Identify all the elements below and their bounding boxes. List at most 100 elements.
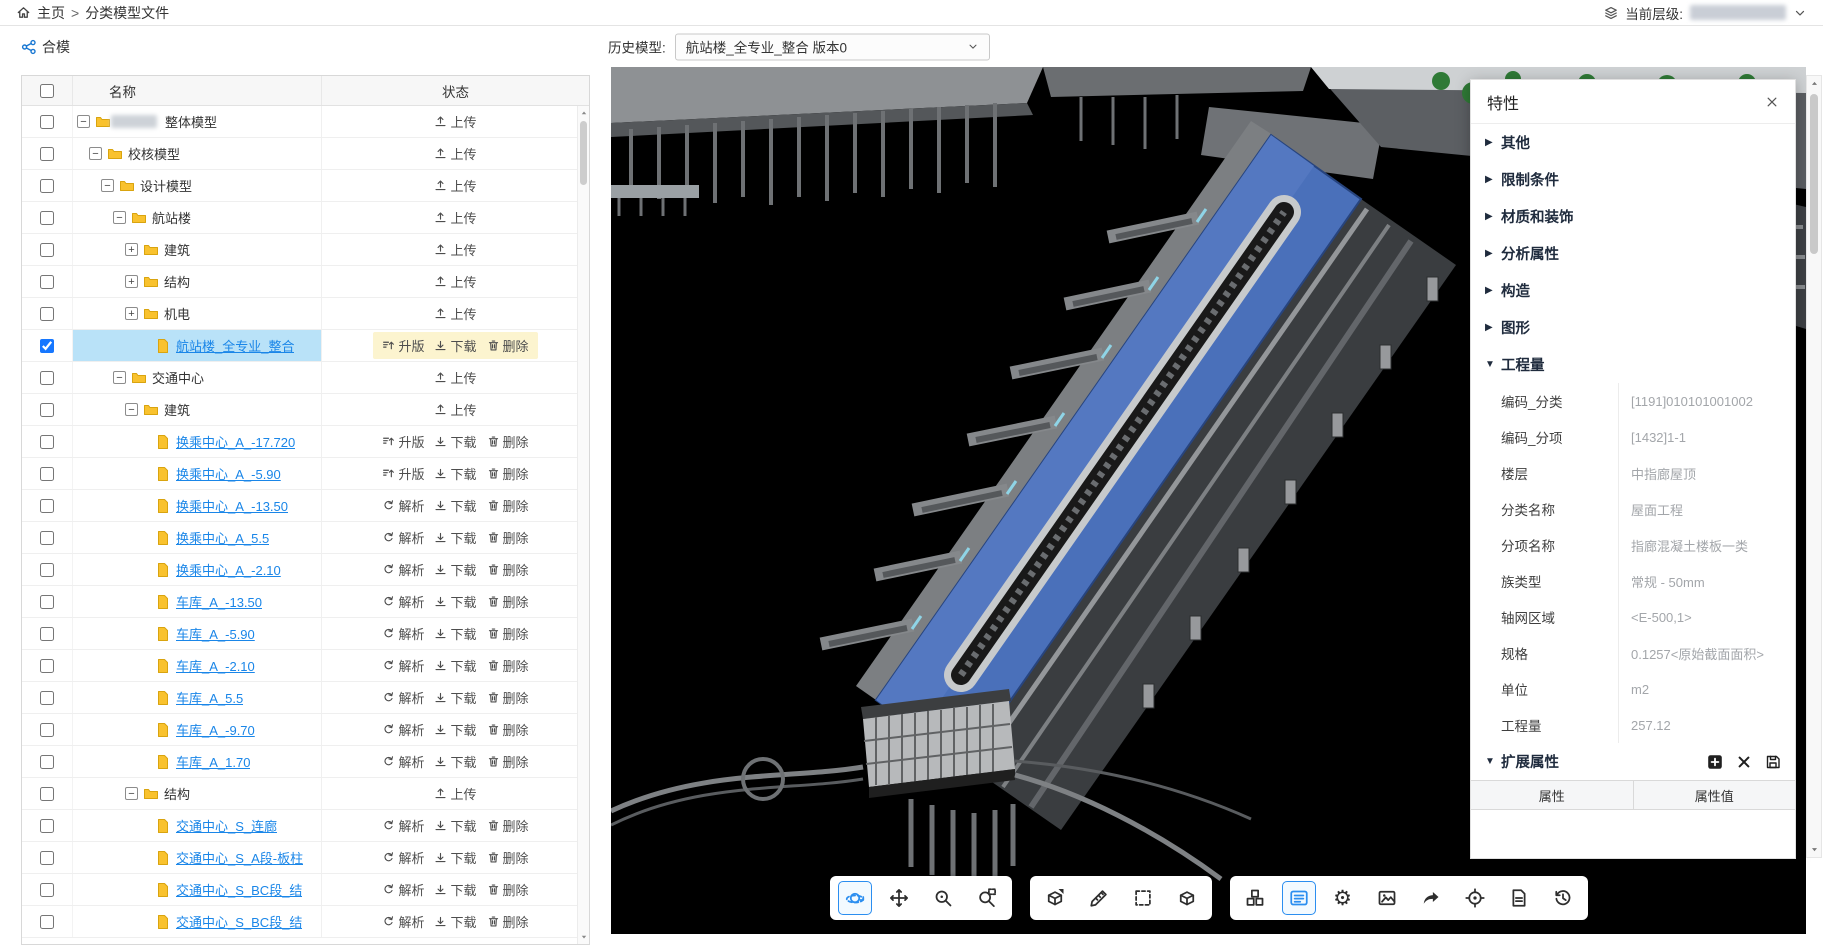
tree-item-label[interactable]: 建筑	[164, 240, 190, 259]
download-action-button[interactable]: 下载	[434, 688, 476, 707]
tree-item-label[interactable]: 交通中心	[152, 368, 204, 387]
history-button[interactable]	[1546, 881, 1580, 915]
tree-row[interactable]: −设计模型上传	[22, 170, 589, 202]
delete-action-button[interactable]: 删除	[487, 848, 529, 867]
tree-item-label[interactable]: 交通中心_S_BC段_结	[176, 912, 302, 931]
property-section-header[interactable]: ▶限制条件	[1471, 161, 1795, 198]
tree-row[interactable]: + 机电 上传	[22, 298, 589, 330]
row-checkbox[interactable]	[40, 211, 54, 225]
share-button[interactable]	[1414, 881, 1448, 915]
upgrade-action-button[interactable]: 升版	[382, 336, 424, 355]
download-action-button[interactable]: 下载	[434, 592, 476, 611]
tree-row[interactable]: 车库_A_1.70解析下载删除	[22, 746, 589, 778]
row-checkbox[interactable]	[40, 115, 54, 129]
measure-button[interactable]	[1082, 881, 1116, 915]
tree-row[interactable]: 换乘中心_A_-2.10解析下载删除	[22, 554, 589, 586]
select-all-checkbox[interactable]	[40, 84, 54, 98]
model-view-button[interactable]	[1170, 881, 1204, 915]
parse-action-button[interactable]: 解析	[382, 496, 424, 515]
tree-row[interactable]: 换乘中心_A_-13.50解析下载删除	[22, 490, 589, 522]
tree-row[interactable]: 换乘中心_A_-17.720升版下载删除	[22, 426, 589, 458]
tree-row[interactable]: +建筑上传	[22, 234, 589, 266]
scrollbar-thumb[interactable]	[1810, 94, 1818, 254]
scroll-up-icon[interactable]	[578, 109, 589, 117]
expand-icon[interactable]: +	[125, 275, 138, 288]
delete-action-button[interactable]: 删除	[487, 528, 529, 547]
row-checkbox[interactable]	[40, 595, 54, 609]
tree-item-label[interactable]: 换乘中心_A_5.5	[176, 528, 269, 547]
property-section-header[interactable]: ▼扩展属性	[1471, 743, 1795, 780]
expand-icon[interactable]: +	[125, 307, 138, 320]
tree-item-label[interactable]: 设计模型	[140, 176, 192, 195]
tree-row[interactable]: +结构上传	[22, 266, 589, 298]
download-action-button[interactable]: 下载	[434, 496, 476, 515]
tree-item-label[interactable]: 换乘中心_A_-5.90	[176, 464, 281, 483]
view-orientation-button[interactable]	[1038, 881, 1072, 915]
delete-action-button[interactable]: 删除	[487, 752, 529, 771]
collapse-icon[interactable]: −	[113, 211, 126, 224]
tree-row[interactable]: −交通中心上传	[22, 362, 589, 394]
delete-action-button[interactable]: 删除	[487, 464, 529, 483]
row-checkbox[interactable]	[40, 179, 54, 193]
upload-action-button[interactable]: 上传	[434, 784, 476, 803]
tree-item-label[interactable]: 交通中心_S_BC段_结	[176, 880, 302, 899]
scroll-down-icon[interactable]	[578, 933, 589, 941]
tree-item-label[interactable]: 航站楼_全专业_整合	[176, 336, 294, 355]
tree-row[interactable]: −校核模型上传	[22, 138, 589, 170]
tree-item-label[interactable]: 机电	[164, 304, 190, 323]
breadcrumb-home[interactable]: 主页	[37, 3, 65, 23]
row-checkbox[interactable]	[40, 851, 54, 865]
upload-action-button[interactable]: 上传	[434, 272, 476, 291]
upload-action-button[interactable]: 上传	[434, 304, 476, 323]
current-level-value-redacted[interactable]	[1690, 5, 1786, 20]
parse-action-button[interactable]: 解析	[382, 816, 424, 835]
save-attribute-button[interactable]	[1765, 754, 1781, 770]
tree-item-label[interactable]: 车库_A_5.5	[176, 688, 243, 707]
parse-action-button[interactable]: 解析	[382, 528, 424, 547]
tree-row[interactable]: 车库_A_-9.70解析下载删除	[22, 714, 589, 746]
scroll-down-icon[interactable]	[1807, 845, 1821, 854]
box-select-button[interactable]	[1126, 881, 1160, 915]
tree-row[interactable]: 车库_A_5.5 解析下载删除	[22, 682, 589, 714]
parse-action-button[interactable]: 解析	[382, 688, 424, 707]
tree-item-label[interactable]: 整体模型	[165, 112, 217, 131]
upgrade-action-button[interactable]: 升版	[382, 464, 424, 483]
property-section-header[interactable]: ▶分析属性	[1471, 235, 1795, 272]
clear-attribute-button[interactable]	[1736, 754, 1752, 770]
delete-action-button[interactable]: 删除	[487, 624, 529, 643]
delete-action-button[interactable]: 删除	[487, 688, 529, 707]
download-action-button[interactable]: 下载	[434, 624, 476, 643]
chevron-down-icon[interactable]	[1793, 6, 1807, 20]
download-action-button[interactable]: 下载	[434, 464, 476, 483]
collapse-icon[interactable]: −	[77, 115, 90, 128]
home-icon[interactable]	[16, 5, 31, 20]
download-action-button[interactable]: 下载	[434, 528, 476, 547]
page-scrollbar[interactable]	[1806, 75, 1822, 858]
delete-action-button[interactable]: 删除	[487, 656, 529, 675]
delete-action-button[interactable]: 删除	[487, 432, 529, 451]
tree-scrollbar[interactable]	[577, 106, 589, 944]
row-checkbox[interactable]	[40, 467, 54, 481]
merge-model-button[interactable]: 合模	[21, 37, 70, 57]
delete-action-button[interactable]: 删除	[487, 880, 529, 899]
delete-action-button[interactable]: 删除	[487, 912, 529, 931]
collapse-icon[interactable]: −	[89, 147, 102, 160]
row-checkbox[interactable]	[40, 531, 54, 545]
download-action-button[interactable]: 下载	[434, 816, 476, 835]
parse-action-button[interactable]: 解析	[382, 880, 424, 899]
tree-row[interactable]: −航站楼上传	[22, 202, 589, 234]
delete-action-button[interactable]: 删除	[487, 720, 529, 739]
upload-action-button[interactable]: 上传	[434, 368, 476, 387]
tree-row[interactable]: −结构上传	[22, 778, 589, 810]
locate-button[interactable]	[1458, 881, 1492, 915]
download-action-button[interactable]: 下载	[434, 720, 476, 739]
expand-icon[interactable]: +	[125, 243, 138, 256]
tree-row[interactable]: 车库_A_-5.90解析下载删除	[22, 618, 589, 650]
tree-row[interactable]: 交通中心_S_A段-板柱解析下载删除	[22, 842, 589, 874]
row-checkbox[interactable]	[40, 659, 54, 673]
tree-row[interactable]: 交通中心_S_连廊解析下载删除	[22, 810, 589, 842]
property-section-header[interactable]: ▶材质和装饰	[1471, 198, 1795, 235]
tree-row[interactable]: −整体模型上传	[22, 106, 589, 138]
row-checkbox[interactable]	[40, 563, 54, 577]
property-section-header[interactable]: ▶图形	[1471, 309, 1795, 346]
